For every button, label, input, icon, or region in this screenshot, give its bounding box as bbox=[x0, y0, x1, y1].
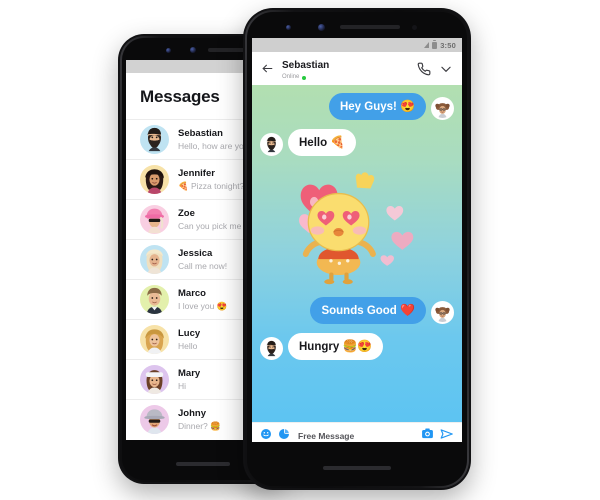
avatar-sebastian bbox=[260, 133, 283, 156]
avatar-sebastian bbox=[260, 337, 283, 360]
conversation-preview: Can you pick me u bbox=[178, 220, 248, 232]
chat-bubble[interactable]: Hello 🍕 bbox=[288, 129, 357, 156]
conversation-preview-text: Call me now! bbox=[178, 260, 228, 271]
front-camera-secondary-icon bbox=[318, 24, 325, 31]
battery-icon bbox=[432, 39, 438, 49]
conversation-name: Lucy bbox=[178, 327, 201, 339]
avatar-mary bbox=[140, 365, 169, 394]
conversation-preview: Hi bbox=[178, 380, 200, 392]
conversation-preview-text: Dinner? bbox=[178, 420, 208, 431]
conversation-text-block: Sebastian Hello, how are you bbox=[178, 128, 248, 152]
chat-bubble-emoji: 🍕 bbox=[330, 135, 346, 149]
chat-bubble[interactable]: Hey Guys! 😍 bbox=[328, 93, 426, 120]
left-phone-bottom-speaker bbox=[176, 462, 230, 466]
chat-message-area[interactable]: Hey Guys! 😍 Hello 🍕 Sounds Good ❤️ Hungr… bbox=[252, 85, 462, 422]
chat-message-row: Hungry 🍔😍 bbox=[260, 333, 454, 360]
chat-message-row: Hey Guys! 😍 bbox=[260, 93, 454, 120]
conversation-name: Jessica bbox=[178, 247, 213, 259]
chat-bubble-text: Hey Guys! bbox=[339, 101, 397, 113]
front-camera-icon bbox=[286, 25, 291, 30]
conversation-text-block: Johny Dinner? 🍔 bbox=[178, 408, 221, 432]
conversation-preview-text: Hello, how are you bbox=[178, 140, 249, 151]
avatar-lucy bbox=[140, 325, 169, 354]
back-arrow-icon[interactable] bbox=[261, 62, 274, 75]
right-phone-top-bezel bbox=[252, 16, 462, 38]
chat-status-text: Online bbox=[282, 74, 300, 80]
chat-message-row: Hello 🍕 bbox=[260, 129, 454, 156]
chat-bubble[interactable]: Sounds Good ❤️ bbox=[310, 297, 426, 324]
conversation-text-block: Jennifer 🍕 Pizza tonight? bbox=[178, 168, 244, 192]
conversation-preview-text: Can you pick me u bbox=[178, 220, 249, 231]
conversation-text-block: Jessica Call me now! bbox=[178, 248, 227, 272]
conversation-preview-emoji: 😍 bbox=[216, 300, 228, 311]
chick-in-love-sticker bbox=[260, 165, 454, 291]
avatar-marco bbox=[140, 285, 169, 314]
conversation-preview: 🍕 Pizza tonight? bbox=[178, 180, 244, 192]
online-indicator-icon bbox=[302, 75, 307, 80]
conversation-preview: Call me now! bbox=[178, 260, 227, 272]
chat-contact-status: Online bbox=[282, 73, 409, 82]
conversation-name: Marco bbox=[178, 287, 206, 299]
right-phone-screen: 3:50 Sebastian Online Hey Guys! 😍 Hello … bbox=[252, 38, 462, 442]
avatar-johny bbox=[140, 405, 169, 434]
conversation-preview-text: Pizza tonight? bbox=[190, 180, 245, 191]
avatar-jessica bbox=[140, 245, 169, 274]
right-status-bar: 3:50 bbox=[252, 38, 462, 52]
conversation-preview-text: Hello bbox=[178, 340, 198, 351]
front-camera-secondary-icon bbox=[190, 47, 196, 53]
chat-bubble-text: Hungry bbox=[299, 341, 340, 353]
conversation-preview: Hello, how are you bbox=[178, 140, 248, 152]
chat-bubble-text: Sounds Good bbox=[321, 305, 397, 317]
conversation-preview: I love you 😍 bbox=[178, 300, 227, 312]
chat-bubble-emoji: 🍔😍 bbox=[342, 339, 373, 353]
right-phone-device: 3:50 Sebastian Online Hey Guys! 😍 Hello … bbox=[243, 8, 471, 490]
conversation-name: Zoe bbox=[178, 207, 195, 219]
scene-root: Messages Sebastian Hello, how are you Jenn… bbox=[0, 0, 600, 500]
chat-message-row: Sounds Good ❤️ bbox=[260, 297, 454, 324]
avatar-girl-sender bbox=[431, 301, 454, 324]
conversation-preview-text: I love you bbox=[178, 300, 215, 311]
smiley-face-icon[interactable] bbox=[260, 427, 272, 442]
conversation-preview: Dinner? 🍔 bbox=[178, 420, 221, 432]
chat-contact-block: Sebastian Online bbox=[282, 55, 409, 82]
conversation-preview-text: Hi bbox=[178, 380, 187, 391]
conversation-name: Mary bbox=[178, 367, 201, 379]
conversation-text-block: Marco I love you 😍 bbox=[178, 288, 227, 312]
avatar-jennifer bbox=[140, 165, 169, 194]
conversation-preview-emoji: 🍔 bbox=[210, 420, 221, 431]
conversation-text-block: Zoe Can you pick me u bbox=[178, 208, 248, 232]
chick-in-love-sticker-svg bbox=[299, 172, 414, 285]
conversation-preview-emoji: 🍕 bbox=[178, 180, 189, 191]
conversation-text-block: Lucy Hello bbox=[178, 328, 200, 352]
proximity-sensor-icon bbox=[412, 25, 417, 30]
phone-call-icon[interactable] bbox=[417, 62, 431, 76]
avatar-sebastian bbox=[140, 125, 169, 154]
avatar-girl-sender bbox=[431, 97, 454, 120]
status-time: 3:50 bbox=[440, 40, 456, 50]
camera-icon[interactable] bbox=[421, 427, 434, 442]
chat-contact-name: Sebastian bbox=[282, 60, 330, 71]
conversation-name: Johny bbox=[178, 407, 206, 419]
conversation-preview: Hello bbox=[178, 340, 200, 352]
conversation-name: Sebastian bbox=[178, 127, 223, 139]
chat-bubble-emoji: ❤️ bbox=[400, 303, 415, 317]
send-arrow-icon[interactable] bbox=[440, 427, 454, 443]
signal-icon bbox=[424, 42, 430, 48]
chat-bubble[interactable]: Hungry 🍔😍 bbox=[288, 333, 384, 360]
message-input-placeholder[interactable]: Free Message bbox=[296, 431, 415, 441]
earpiece-speaker bbox=[340, 25, 400, 29]
chat-bubble-emoji: 😍 bbox=[400, 99, 415, 113]
sticker-icon[interactable] bbox=[278, 427, 290, 442]
chat-header: Sebastian Online bbox=[252, 52, 462, 85]
chevron-down-icon[interactable] bbox=[439, 62, 453, 76]
conversation-text-block: Mary Hi bbox=[178, 368, 200, 392]
right-phone-bottom-speaker bbox=[323, 466, 391, 470]
conversation-name: Jennifer bbox=[178, 167, 215, 179]
message-input-bar[interactable]: Free Message bbox=[252, 422, 462, 442]
chat-bubble-text: Hello bbox=[299, 137, 328, 149]
avatar-zoe bbox=[140, 205, 169, 234]
front-camera-icon bbox=[166, 48, 171, 53]
